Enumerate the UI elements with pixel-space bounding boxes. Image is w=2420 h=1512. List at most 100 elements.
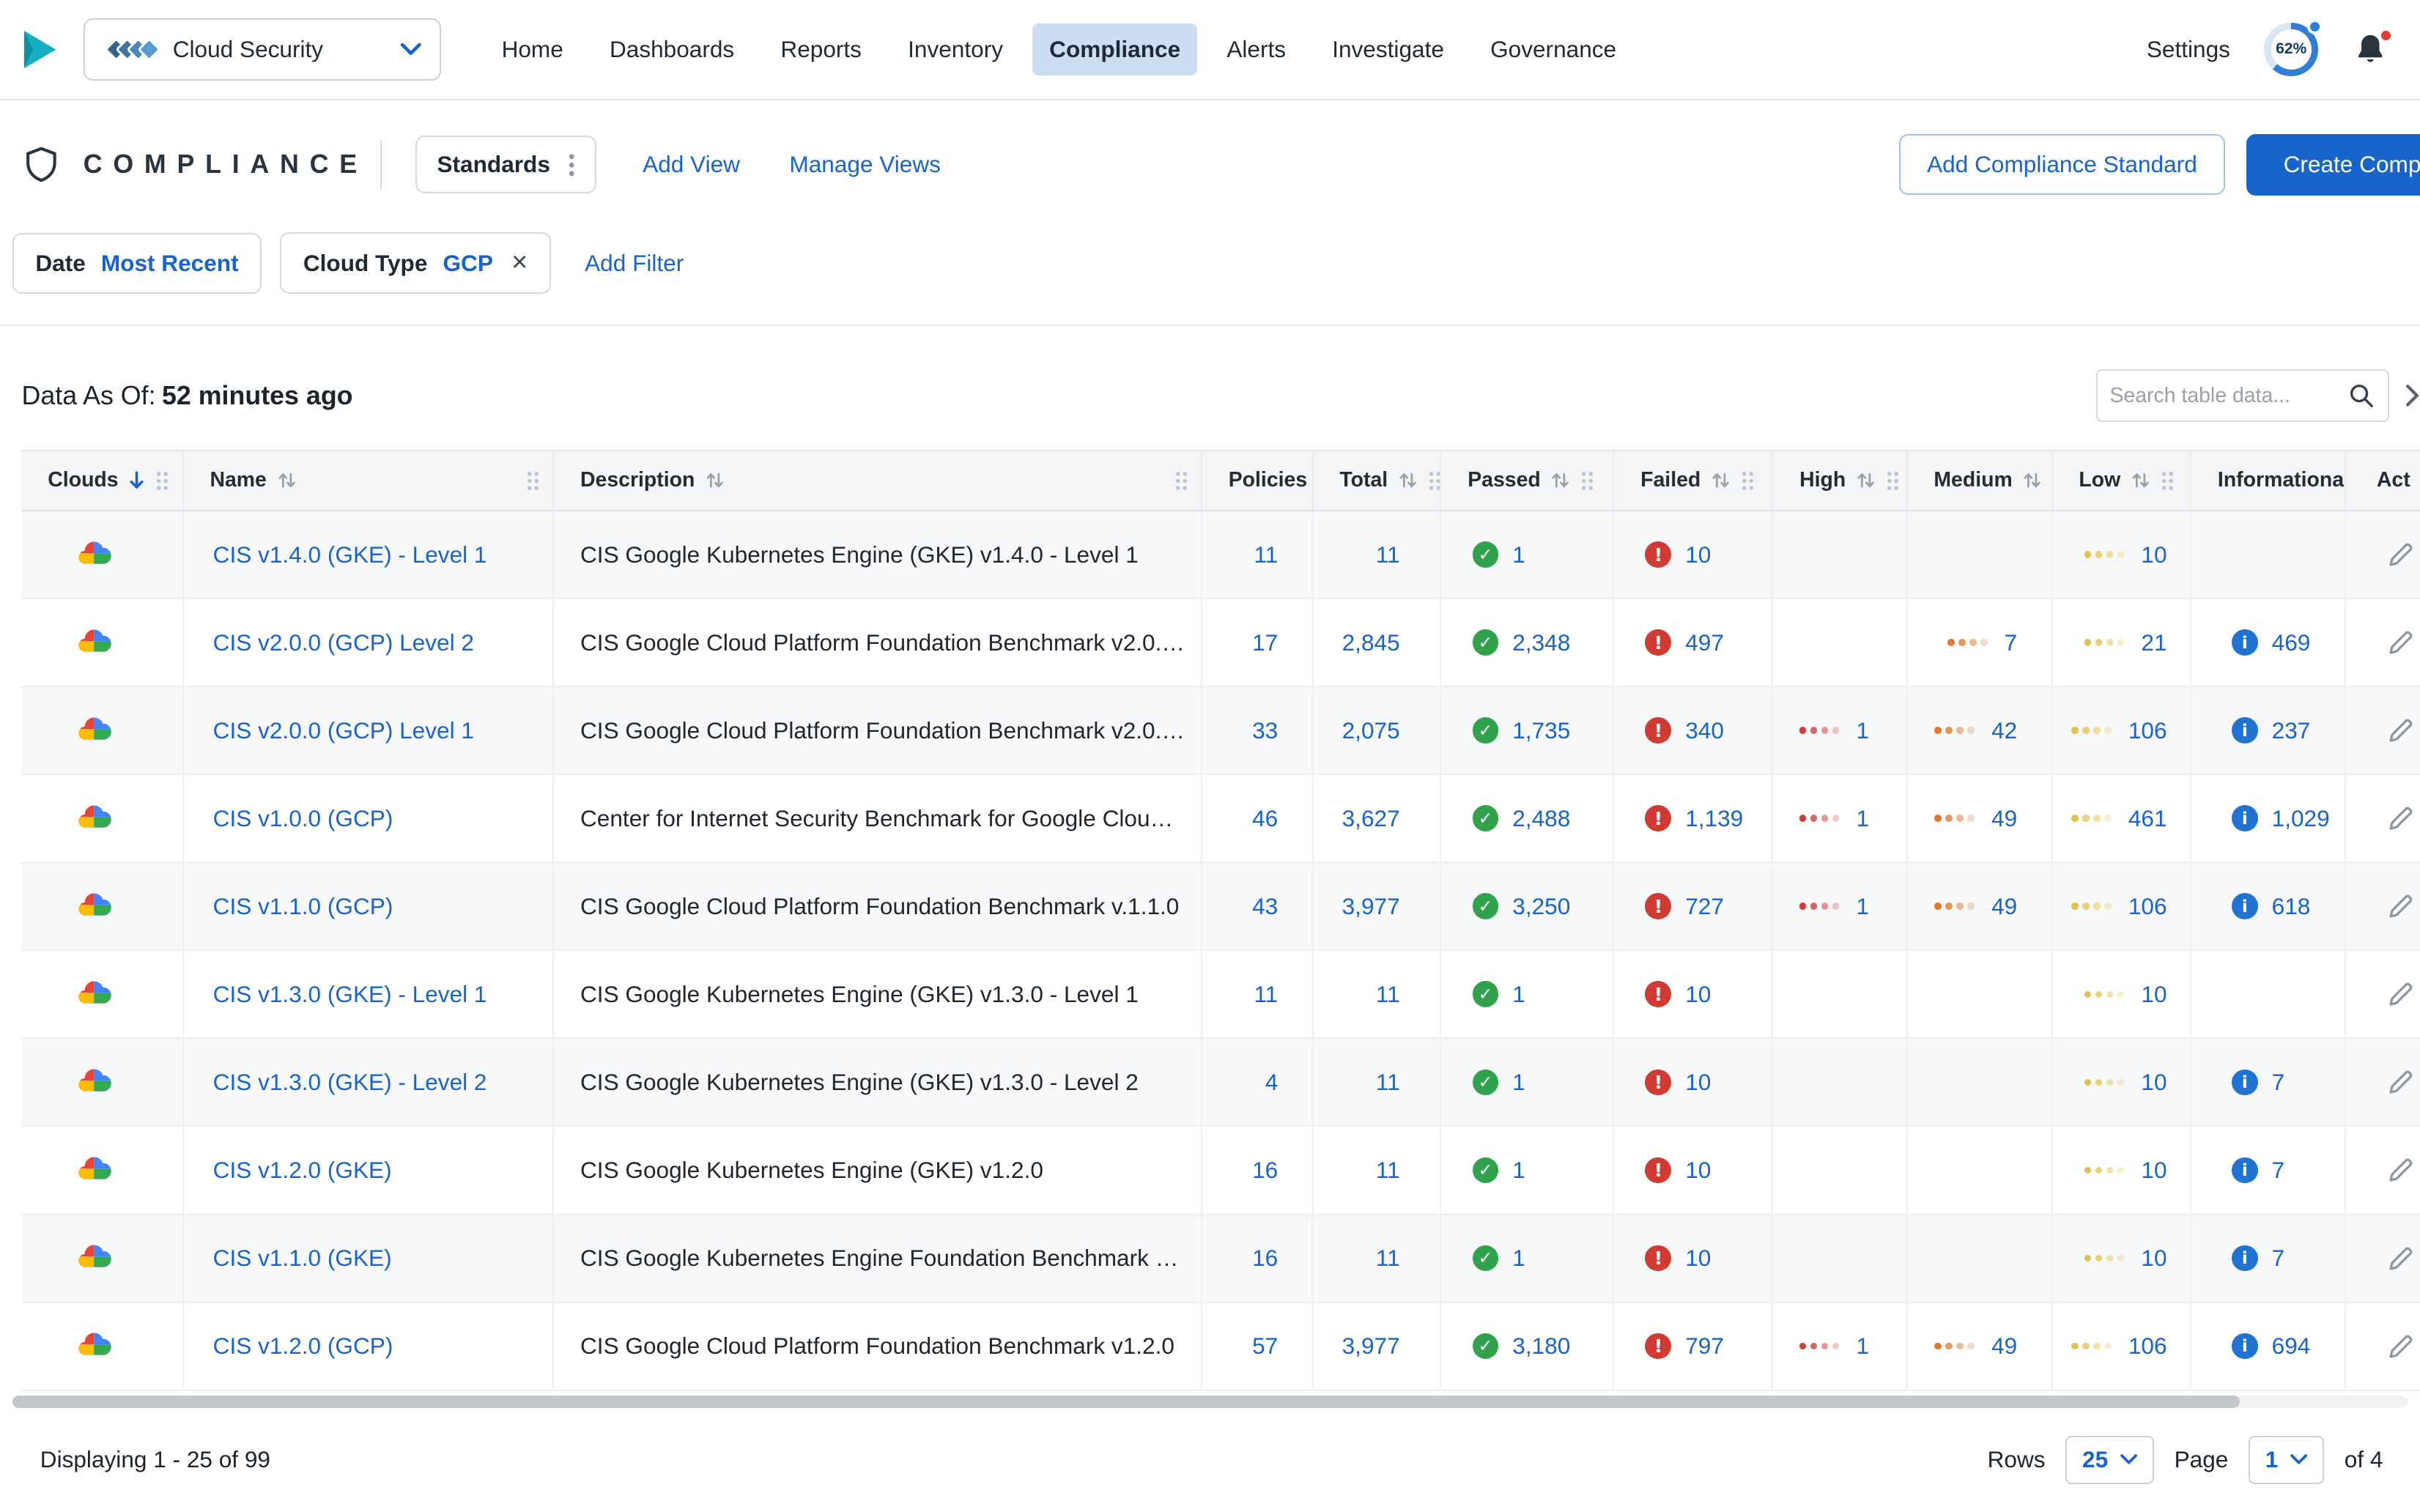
low-count-link[interactable]: 461 — [2128, 805, 2167, 832]
sort-icon[interactable] — [278, 470, 296, 490]
passed-count-link[interactable]: 1 — [1512, 541, 1525, 568]
add-view-link[interactable]: Add View — [643, 151, 740, 178]
add-filter-link[interactable]: Add Filter — [585, 250, 684, 277]
failed-count-link[interactable]: 10 — [1685, 1245, 1711, 1272]
standard-name-link[interactable]: CIS v2.0.0 (GCP) Level 1 — [213, 717, 474, 744]
medium-count-link[interactable]: 49 — [1991, 1333, 2017, 1360]
low-count-link[interactable]: 106 — [2128, 717, 2167, 744]
policies-count-link[interactable]: 46 — [1252, 805, 1278, 832]
failed-count-link[interactable]: 10 — [1685, 981, 1711, 1008]
passed-count-link[interactable]: 1,735 — [1512, 717, 1570, 744]
policies-count-link[interactable]: 11 — [1254, 981, 1278, 1008]
informational-count-link[interactable]: 618 — [2272, 893, 2311, 920]
search-input[interactable] — [2097, 383, 2348, 408]
low-count-link[interactable]: 10 — [2141, 1157, 2166, 1184]
informational-count-link[interactable]: 7 — [2272, 1069, 2285, 1096]
medium-count-link[interactable]: 7 — [2005, 629, 2018, 656]
policies-count-link[interactable]: 43 — [1252, 893, 1278, 920]
nav-item-compliance[interactable]: Compliance — [1032, 23, 1198, 75]
add-compliance-standard-button[interactable]: Add Compliance Standard — [1899, 134, 2225, 196]
column-header-total[interactable]: Total — [1314, 451, 1442, 510]
total-count-link[interactable]: 3,977 — [1342, 1333, 1400, 1360]
standard-name-link[interactable]: CIS v1.3.0 (GKE) - Level 1 — [213, 981, 487, 1008]
drag-handle-icon[interactable] — [2160, 470, 2175, 491]
policies-count-link[interactable]: 4 — [1265, 1069, 1279, 1096]
column-header-policies[interactable]: Policies — [1202, 451, 1314, 510]
passed-count-link[interactable]: 3,250 — [1512, 893, 1570, 920]
standard-name-link[interactable]: CIS v1.0.0 (GCP) — [213, 805, 393, 832]
passed-count-link[interactable]: 1 — [1512, 1157, 1525, 1184]
product-logo-icon[interactable] — [15, 26, 62, 73]
passed-count-link[interactable]: 2,348 — [1512, 629, 1570, 656]
edit-icon[interactable] — [2386, 628, 2416, 657]
column-header-high[interactable]: High — [1773, 451, 1908, 510]
edit-icon[interactable] — [2386, 540, 2416, 569]
nav-item-home[interactable]: Home — [484, 23, 580, 75]
filter-value[interactable]: Most Recent — [101, 250, 239, 277]
total-count-link[interactable]: 11 — [1376, 1245, 1400, 1272]
total-count-link[interactable]: 11 — [1376, 541, 1400, 568]
edit-icon[interactable] — [2386, 979, 2416, 1009]
informational-count-link[interactable]: 7 — [2272, 1245, 2285, 1272]
low-count-link[interactable]: 106 — [2128, 1333, 2167, 1360]
failed-count-link[interactable]: 1,139 — [1685, 805, 1743, 832]
column-header-failed[interactable]: Failed — [1614, 451, 1774, 510]
horizontal-scrollbar-thumb[interactable] — [12, 1395, 2240, 1408]
sort-icon[interactable] — [706, 470, 724, 490]
page-select[interactable]: 1 — [2248, 1435, 2325, 1484]
nav-item-alerts[interactable]: Alerts — [1210, 23, 1303, 75]
edit-icon[interactable] — [2386, 716, 2416, 745]
total-count-link[interactable]: 2,845 — [1342, 629, 1400, 656]
nav-item-governance[interactable]: Governance — [1473, 23, 1633, 75]
column-header-passed[interactable]: Passed — [1441, 451, 1615, 510]
filter-value[interactable]: GCP — [443, 250, 492, 277]
total-count-link[interactable]: 11 — [1376, 1157, 1400, 1184]
passed-count-link[interactable]: 1 — [1512, 981, 1525, 1008]
nav-item-investigate[interactable]: Investigate — [1315, 23, 1461, 75]
edit-icon[interactable] — [2386, 1244, 2416, 1273]
sort-icon[interactable] — [1712, 470, 1730, 490]
drag-handle-icon[interactable] — [526, 470, 541, 491]
high-count-link[interactable]: 1 — [1856, 805, 1869, 832]
informational-count-link[interactable]: 7 — [2272, 1157, 2285, 1184]
passed-count-link[interactable]: 1 — [1512, 1069, 1525, 1096]
drag-handle-icon[interactable] — [1174, 470, 1189, 491]
high-count-link[interactable]: 1 — [1856, 893, 1869, 920]
failed-count-link[interactable]: 10 — [1685, 541, 1711, 568]
policies-count-link[interactable]: 16 — [1252, 1245, 1278, 1272]
sort-icon[interactable] — [2023, 470, 2041, 490]
nav-item-inventory[interactable]: Inventory — [891, 23, 1020, 75]
failed-count-link[interactable]: 340 — [1685, 717, 1724, 744]
edit-icon[interactable] — [2386, 1155, 2416, 1185]
edit-icon[interactable] — [2386, 804, 2416, 833]
filter-chip-cloud-type[interactable]: Cloud Type GCP × — [280, 232, 551, 294]
column-header-informational[interactable]: Informational — [2191, 451, 2346, 510]
informational-count-link[interactable]: 469 — [2272, 629, 2311, 656]
medium-count-link[interactable]: 42 — [1991, 717, 2017, 744]
product-selector[interactable]: Cloud Security — [83, 18, 442, 81]
chevron-right-icon[interactable] — [2405, 383, 2420, 408]
standard-name-link[interactable]: CIS v1.3.0 (GKE) - Level 2 — [213, 1069, 487, 1096]
drag-handle-icon[interactable] — [1885, 470, 1900, 491]
failed-count-link[interactable]: 10 — [1685, 1069, 1711, 1096]
high-count-link[interactable]: 1 — [1856, 717, 1869, 744]
policies-count-link[interactable]: 11 — [1254, 541, 1278, 568]
policies-count-link[interactable]: 57 — [1252, 1333, 1278, 1360]
column-header-low[interactable]: Low — [2053, 451, 2192, 510]
filter-chip-date[interactable]: Date Most Recent — [12, 232, 262, 294]
drag-handle-icon[interactable] — [1580, 470, 1595, 491]
failed-count-link[interactable]: 797 — [1685, 1333, 1724, 1360]
edit-icon[interactable] — [2386, 892, 2416, 921]
policies-count-link[interactable]: 17 — [1252, 629, 1278, 656]
low-count-link[interactable]: 10 — [2141, 1069, 2166, 1096]
failed-count-link[interactable]: 497 — [1685, 629, 1724, 656]
standard-name-link[interactable]: CIS v1.1.0 (GKE) — [213, 1245, 392, 1272]
drag-handle-icon[interactable] — [1741, 470, 1755, 491]
low-count-link[interactable]: 10 — [2141, 1245, 2166, 1272]
edit-icon[interactable] — [2386, 1067, 2416, 1097]
sort-icon[interactable] — [1399, 470, 1417, 490]
policies-count-link[interactable]: 16 — [1252, 1157, 1278, 1184]
sort-icon[interactable] — [1857, 470, 1875, 490]
view-menu-kebab-icon[interactable] — [569, 152, 575, 177]
high-count-link[interactable]: 1 — [1856, 1333, 1869, 1360]
